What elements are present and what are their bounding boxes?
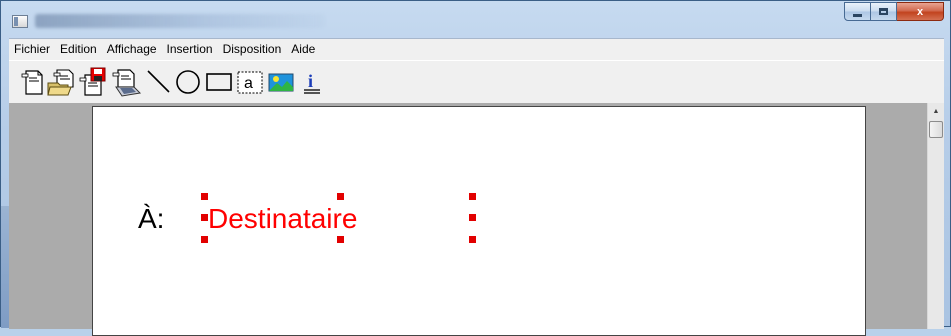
open-folder-icon	[47, 69, 74, 96]
title-bar[interactable]: x	[1, 1, 950, 39]
rectangle-tool-button[interactable]	[205, 67, 233, 97]
maximize-button[interactable]	[871, 2, 897, 21]
window-edge	[1, 206, 9, 328]
image-tool-icon	[268, 73, 294, 92]
minimize-button[interactable]	[844, 2, 871, 21]
menu-fichier[interactable]: Fichier	[9, 39, 56, 59]
resize-handle-top-right[interactable]	[469, 193, 476, 200]
print-button[interactable]	[110, 67, 142, 97]
application-window: x Fichier Edition Affichage Insertion Di…	[0, 0, 951, 336]
resize-handle-middle-left[interactable]	[201, 214, 208, 221]
toolbar: a i	[9, 60, 944, 104]
document-page[interactable]: À: Destinataire	[92, 106, 866, 336]
maximize-icon	[879, 8, 888, 15]
vertical-scrollbar[interactable]: ▲	[927, 103, 944, 329]
text-tool-icon: a	[237, 71, 263, 94]
menu-edition[interactable]: Edition	[56, 39, 103, 59]
info-glyph: i	[308, 71, 313, 91]
resize-handle-middle-right[interactable]	[469, 214, 476, 221]
scroll-up-button[interactable]: ▲	[928, 103, 944, 120]
client-area: Fichier Edition Affichage Insertion Disp…	[9, 38, 944, 336]
ellipse-tool-button[interactable]	[174, 67, 202, 97]
open-button[interactable]	[46, 67, 74, 97]
resize-handle-top-left[interactable]	[201, 193, 208, 200]
menu-affichage[interactable]: Affichage	[103, 39, 163, 59]
resize-handle-bottom-right[interactable]	[469, 236, 476, 243]
save-icon	[79, 67, 106, 96]
recipient-field[interactable]: Destinataire	[208, 203, 357, 235]
ellipse-tool-icon	[176, 70, 200, 94]
save-button[interactable]	[77, 67, 106, 97]
resize-handle-top-center[interactable]	[337, 193, 344, 200]
menu-bar: Fichier Edition Affichage Insertion Disp…	[9, 39, 944, 59]
line-tool-button[interactable]	[145, 67, 173, 97]
window-title	[35, 14, 325, 28]
window-controls: x	[844, 2, 944, 22]
arrow-up-icon: ▲	[932, 108, 940, 115]
line-tool-icon	[147, 70, 170, 93]
new-document-icon	[21, 70, 43, 95]
new-document-button[interactable]	[19, 67, 47, 97]
menu-disposition[interactable]: Disposition	[219, 39, 288, 59]
close-button[interactable]: x	[897, 2, 944, 21]
minimize-icon	[853, 13, 862, 17]
menu-aide[interactable]: Aide	[287, 39, 321, 59]
recipient-label: À:	[138, 203, 165, 234]
text-tool-button[interactable]: a	[236, 67, 264, 97]
scroll-thumb[interactable]	[929, 121, 943, 138]
text-tool-glyph: a	[244, 75, 253, 92]
print-icon	[112, 69, 142, 97]
info-button[interactable]: i	[298, 67, 326, 97]
image-tool-button[interactable]	[267, 67, 295, 97]
rectangle-tool-icon	[206, 73, 232, 91]
close-icon: x	[916, 5, 924, 18]
resize-handle-bottom-left[interactable]	[201, 236, 208, 243]
info-icon: i	[304, 71, 320, 94]
resize-handle-bottom-center[interactable]	[337, 236, 344, 243]
workspace[interactable]: À: Destinataire ▲	[9, 103, 944, 336]
app-icon[interactable]	[12, 15, 28, 28]
menu-insertion[interactable]: Insertion	[163, 39, 219, 59]
